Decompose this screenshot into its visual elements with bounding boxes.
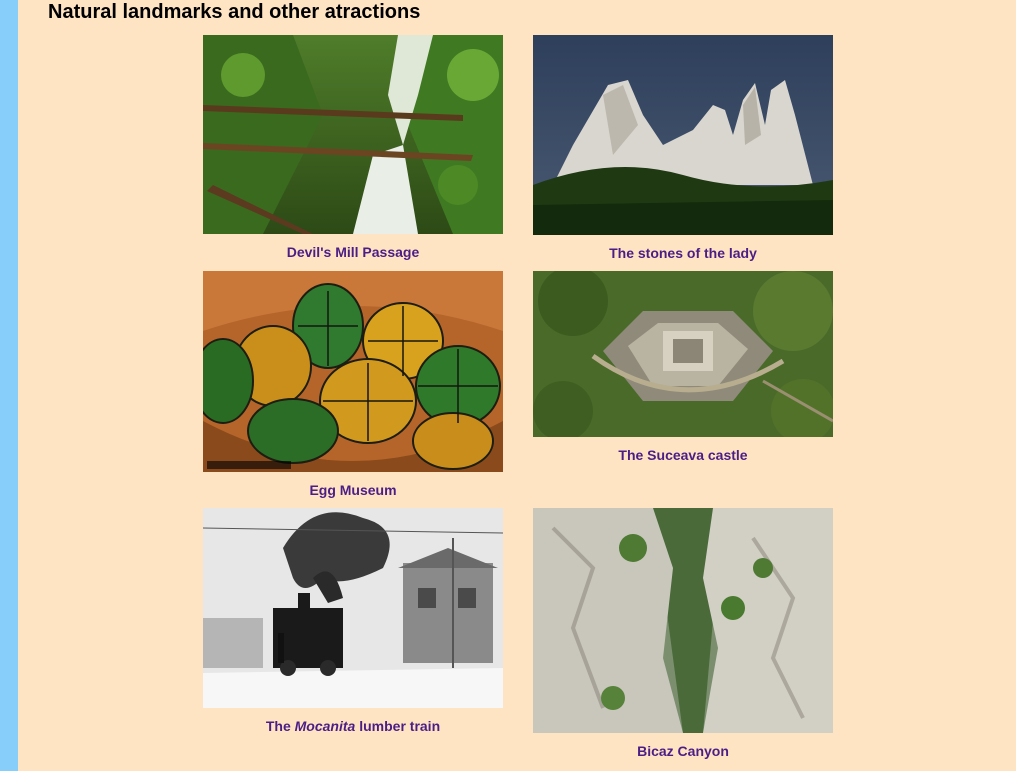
- caption-egg-museum[interactable]: Egg Museum: [203, 482, 503, 498]
- photo-link-stones-of-the-lady[interactable]: [533, 35, 833, 235]
- gallery-card-suceava-castle: The Suceava castle: [533, 271, 833, 463]
- suceava-castle-photo[interactable]: [533, 271, 833, 437]
- caption-mocanita-italic: Mocanita: [294, 718, 356, 734]
- section-title: Natural landmarks and other atractions: [48, 1, 421, 23]
- left-accent-bar: [0, 0, 18, 771]
- caption-devils-mill[interactable]: Devil's Mill Passage: [203, 244, 503, 260]
- mocanita-train-photo[interactable]: [203, 508, 503, 708]
- caption-bicaz-canyon[interactable]: Bicaz Canyon: [533, 743, 833, 759]
- photo-link-bicaz-canyon[interactable]: [533, 508, 833, 733]
- gallery-card-mocanita-train: The Mocanita lumber train: [203, 508, 503, 734]
- stones-of-the-lady-photo[interactable]: [533, 35, 833, 235]
- gallery-card-bicaz-canyon: Bicaz Canyon: [533, 508, 833, 759]
- devils-mill-photo[interactable]: [203, 35, 503, 234]
- photo-link-mocanita-train[interactable]: [203, 508, 503, 708]
- caption-stones-of-the-lady[interactable]: The stones of the lady: [533, 245, 833, 261]
- photo-link-egg-museum[interactable]: [203, 271, 503, 472]
- caption-mocanita-train[interactable]: The Mocanita lumber train: [203, 718, 503, 734]
- photo-link-suceava-castle[interactable]: [533, 271, 833, 437]
- photo-link-devils-mill[interactable]: [203, 35, 503, 234]
- caption-suceava-castle[interactable]: The Suceava castle: [533, 447, 833, 463]
- gallery-card-egg-museum: Egg Museum: [203, 271, 503, 498]
- gallery-card-devils-mill: Devil's Mill Passage: [203, 35, 503, 260]
- gallery-card-stones-of-the-lady: The stones of the lady: [533, 35, 833, 261]
- bicaz-canyon-photo[interactable]: [533, 508, 833, 733]
- egg-museum-photo[interactable]: [203, 271, 503, 472]
